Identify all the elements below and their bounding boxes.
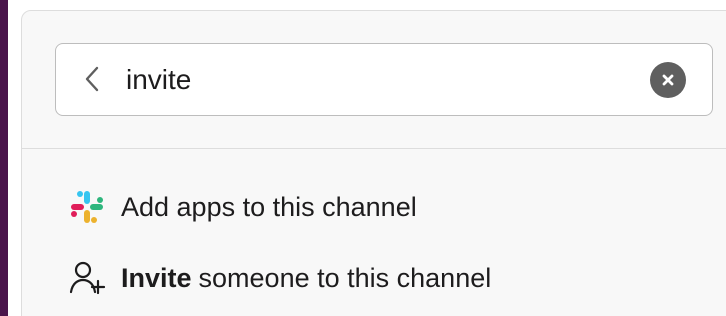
add-user-icon: [66, 257, 108, 299]
add-apps-menu-item[interactable]: Add apps to this channel: [66, 186, 686, 228]
chevron-left-icon: [85, 66, 99, 92]
slack-logo-icon: [66, 186, 108, 228]
command-popover: Add apps to this channel Invite someone …: [21, 10, 726, 316]
back-button[interactable]: [71, 58, 113, 100]
invite-someone-menu-item[interactable]: Invite someone to this channel: [66, 257, 686, 299]
clear-search-button[interactable]: [650, 62, 686, 98]
close-icon: [662, 74, 674, 86]
search-box[interactable]: [55, 43, 713, 116]
invite-highlight: Invite: [121, 263, 192, 293]
invite-someone-label: someone to this channel: [198, 263, 492, 293]
invite-command-screen: Add apps to this channel Invite someone …: [0, 0, 726, 316]
search-area: [22, 11, 726, 149]
add-apps-label: Add apps to this channel: [121, 192, 417, 222]
search-input[interactable]: [126, 60, 626, 100]
workspace-sidebar-edge: [0, 0, 8, 316]
